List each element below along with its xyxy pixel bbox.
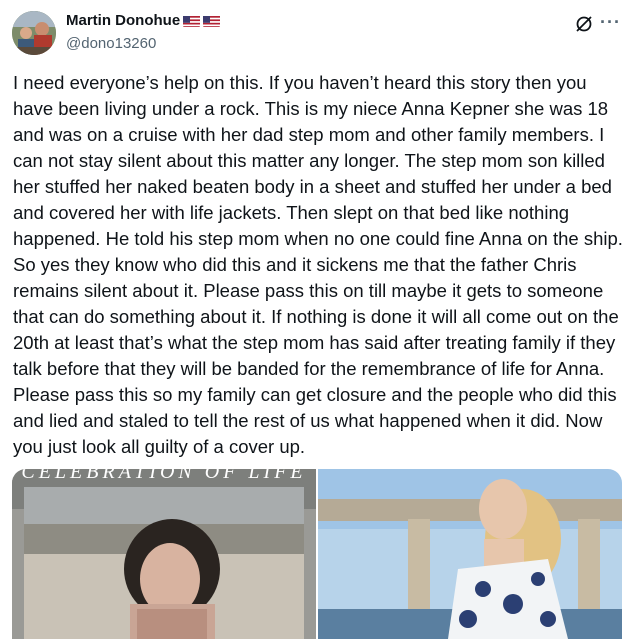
grok-icon[interactable] bbox=[574, 14, 594, 34]
us-flag-icon bbox=[203, 15, 221, 27]
tweet-image-memorial[interactable]: CELEBRATION OF LIFE bbox=[12, 469, 316, 639]
author-row: Martin Donohue bbox=[66, 12, 221, 29]
memorial-caption: CELEBRATION OF LIFE bbox=[21, 469, 307, 483]
tweet-image-portrait[interactable] bbox=[318, 469, 622, 639]
author-handle[interactable]: @dono13260 bbox=[66, 35, 156, 52]
more-icon[interactable]: ··· bbox=[600, 12, 621, 33]
author-name[interactable]: Martin Donohue bbox=[66, 12, 180, 29]
us-flag-icon bbox=[183, 15, 201, 27]
avatar[interactable] bbox=[12, 11, 56, 55]
tweet-text: I need everyone’s help on this. If you h… bbox=[13, 72, 623, 457]
